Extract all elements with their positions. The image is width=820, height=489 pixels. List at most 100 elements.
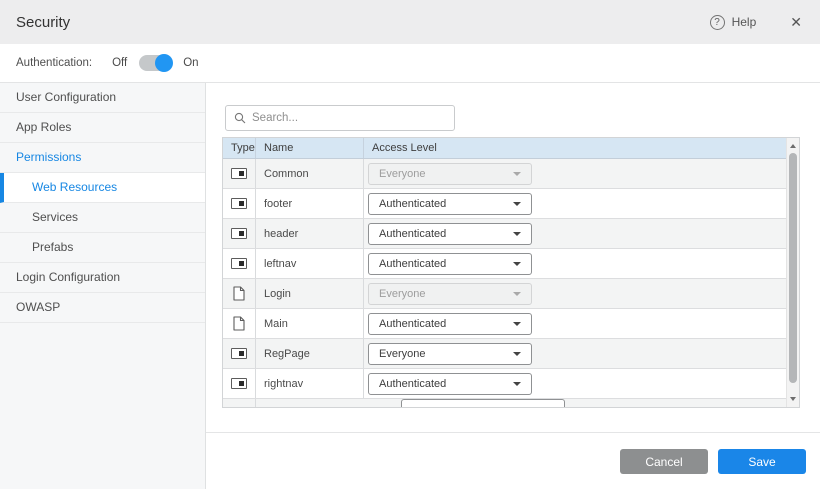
- toggle-off-label: Off: [112, 57, 127, 69]
- access-level-select[interactable]: Everyone: [368, 343, 532, 365]
- type-cell: [223, 399, 256, 408]
- sidebar-item-services[interactable]: Services: [0, 203, 205, 233]
- type-cell: [223, 369, 256, 398]
- type-cell: [223, 189, 256, 218]
- partial-icon: [231, 228, 247, 239]
- help-button[interactable]: Help: [732, 15, 757, 29]
- search-input[interactable]: [252, 112, 446, 124]
- sidebar-item-label: Web Resources: [32, 180, 117, 194]
- scroll-down-icon[interactable]: [790, 397, 796, 401]
- sidebar-item-label: App Roles: [16, 120, 71, 134]
- partial-icon: [231, 348, 247, 359]
- security-dialog: Security ? Help ✕ Authentication: Off On…: [0, 0, 820, 489]
- resource-name: Login: [256, 279, 364, 308]
- sidebar-item-label: Login Configuration: [16, 270, 120, 284]
- access-level-value: Authenticated: [379, 258, 446, 270]
- access-level-select[interactable]: Authenticated: [368, 223, 532, 245]
- access-level-value: Everyone: [379, 288, 425, 300]
- resource-name: Main: [256, 309, 364, 338]
- sidebar-item-owasp[interactable]: OWASP: [0, 293, 205, 323]
- resource-name: footer: [256, 189, 364, 218]
- table-row: Login Everyone: [223, 279, 799, 309]
- type-cell: [223, 279, 256, 308]
- sidebar-item-label: Prefabs: [32, 240, 73, 254]
- page-icon: [233, 286, 245, 301]
- table-row: rightnav Authenticated: [223, 369, 799, 399]
- table-body: Common Everyone footer Authenticated hea…: [223, 159, 799, 399]
- resource-name: leftnav: [256, 249, 364, 278]
- column-header-access-level: Access Level: [364, 138, 799, 158]
- sidebar: User Configuration App Roles Permissions We…: [0, 83, 206, 489]
- access-cell: Everyone: [364, 279, 799, 308]
- partial-icon: [231, 378, 247, 389]
- access-level-select[interactable]: Authenticated: [368, 193, 532, 215]
- chevron-down-icon: [513, 352, 521, 356]
- access-level-value: Authenticated: [379, 378, 446, 390]
- save-button[interactable]: Save: [718, 449, 806, 474]
- sidebar-item-login-configuration[interactable]: Login Configuration: [0, 263, 205, 293]
- resource-name: header: [256, 219, 364, 248]
- sidebar-item-user-configuration[interactable]: User Configuration: [0, 83, 205, 113]
- vertical-scrollbar[interactable]: [786, 138, 799, 407]
- scroll-up-icon[interactable]: [790, 144, 796, 148]
- access-level-select[interactable]: Everyone: [368, 163, 532, 185]
- page-title: Security: [16, 14, 70, 31]
- chevron-down-icon: [513, 232, 521, 236]
- resource-name: Common: [256, 159, 364, 188]
- type-cell: [223, 159, 256, 188]
- access-level-select-partial: [401, 399, 565, 408]
- resources-table: Type Name Access Level Common Everyone f…: [222, 137, 800, 408]
- resource-name: RegPage: [256, 339, 364, 368]
- access-level-select[interactable]: Authenticated: [368, 373, 532, 395]
- sidebar-item-prefabs[interactable]: Prefabs: [0, 233, 205, 263]
- search-icon: [234, 112, 246, 124]
- table-row: RegPage Everyone: [223, 339, 799, 369]
- table-row: footer Authenticated: [223, 189, 799, 219]
- type-cell: [223, 309, 256, 338]
- access-level-value: Authenticated: [379, 318, 446, 330]
- access-cell: Authenticated: [364, 249, 799, 278]
- column-header-name: Name: [256, 138, 364, 158]
- access-level-value: Everyone: [379, 168, 425, 180]
- table-row: header Authenticated: [223, 219, 799, 249]
- window-header: Security ? Help ✕: [0, 0, 820, 44]
- type-cell: [223, 249, 256, 278]
- footer: Cancel Save: [206, 432, 820, 474]
- access-level-select[interactable]: Everyone: [368, 283, 532, 305]
- access-level-select[interactable]: Authenticated: [368, 253, 532, 275]
- sidebar-item-web-resources[interactable]: Web Resources: [0, 173, 205, 203]
- sidebar-item-permissions[interactable]: Permissions: [0, 143, 205, 173]
- access-cell: Everyone: [364, 159, 799, 188]
- partial-icon: [231, 258, 247, 269]
- table-header: Type Name Access Level: [223, 138, 799, 159]
- sidebar-item-label: User Configuration: [16, 90, 116, 104]
- type-cell: [223, 219, 256, 248]
- chevron-down-icon: [513, 292, 521, 296]
- search-box: [225, 105, 455, 131]
- partial-icon: [231, 168, 247, 179]
- sidebar-item-app-roles[interactable]: App Roles: [0, 113, 205, 143]
- sidebar-item-label: Permissions: [16, 150, 81, 164]
- authentication-label: Authentication:: [16, 57, 92, 69]
- column-header-type: Type: [223, 138, 256, 158]
- chevron-down-icon: [513, 172, 521, 176]
- close-icon[interactable]: ✕: [790, 14, 802, 31]
- chevron-down-icon: [513, 322, 521, 326]
- access-cell: Authenticated: [364, 369, 799, 398]
- main-panel: Type Name Access Level Common Everyone f…: [206, 83, 820, 489]
- authentication-toggle[interactable]: [139, 55, 171, 71]
- header-actions: ? Help ✕: [710, 14, 802, 31]
- scrollbar-thumb[interactable]: [789, 153, 797, 383]
- sidebar-item-label: Services: [32, 210, 78, 224]
- access-level-select[interactable]: Authenticated: [368, 313, 532, 335]
- access-cell: Authenticated: [364, 189, 799, 218]
- resource-name: rightnav: [256, 369, 364, 398]
- page-icon: [233, 316, 245, 331]
- table-row: Common Everyone: [223, 159, 799, 189]
- access-level-value: Authenticated: [379, 228, 446, 240]
- sidebar-item-label: OWASP: [16, 300, 60, 314]
- toggle-knob: [155, 54, 173, 72]
- question-circle-icon[interactable]: ?: [710, 15, 725, 30]
- type-cell: [223, 339, 256, 368]
- cancel-button[interactable]: Cancel: [620, 449, 708, 474]
